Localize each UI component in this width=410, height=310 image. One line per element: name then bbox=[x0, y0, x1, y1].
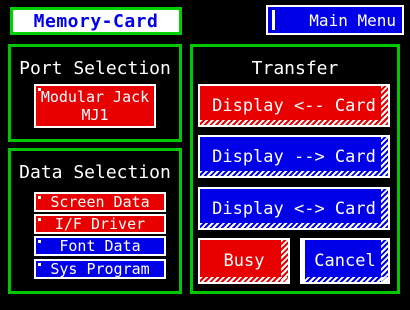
display-compare-card-label: Display <-> Card bbox=[212, 198, 376, 219]
transfer-panel: Transfer Display <-- Card Display --> Ca… bbox=[190, 44, 400, 294]
port-selection-panel: Port Selection Modular Jack MJ1 bbox=[8, 44, 182, 142]
data-selection-title: Data Selection bbox=[19, 162, 171, 183]
port-option-modular-jack[interactable]: Modular Jack MJ1 bbox=[34, 84, 156, 128]
button-edge bbox=[200, 223, 388, 228]
button-edge bbox=[200, 171, 388, 176]
item-marker-icon bbox=[38, 196, 41, 199]
page-title: Memory-Card bbox=[33, 10, 159, 32]
data-item-label: Sys Program bbox=[50, 260, 150, 278]
display-compare-card-button[interactable]: Display <-> Card bbox=[198, 187, 390, 230]
port-selection-title: Port Selection bbox=[19, 58, 171, 79]
button-edge bbox=[200, 120, 388, 125]
selected-marker-icon bbox=[38, 88, 41, 91]
item-marker-icon bbox=[38, 218, 41, 221]
page-title-box: Memory-Card bbox=[10, 7, 182, 35]
busy-label: Busy bbox=[223, 251, 265, 271]
cancel-label: Cancel bbox=[314, 251, 376, 271]
item-marker-icon bbox=[38, 240, 41, 243]
port-option-line1: Modular Jack bbox=[40, 88, 150, 106]
data-item-font-data[interactable]: Font Data bbox=[34, 236, 166, 256]
data-item-label: Screen Data bbox=[50, 193, 150, 211]
item-marker-icon bbox=[38, 263, 41, 266]
display-to-card-button[interactable]: Display --> Card bbox=[198, 135, 390, 178]
main-menu-label: Main Menu bbox=[309, 10, 396, 30]
display-to-card-label: Display --> Card bbox=[212, 146, 376, 167]
data-item-label: Font Data bbox=[59, 237, 141, 255]
display-from-card-button[interactable]: Display <-- Card bbox=[198, 84, 390, 127]
main-menu-button[interactable]: Main Menu bbox=[266, 5, 404, 35]
display-from-card-label: Display <-- Card bbox=[212, 95, 376, 116]
transfer-title: Transfer bbox=[251, 58, 339, 79]
button-edge bbox=[302, 277, 388, 282]
button-edge bbox=[281, 240, 288, 282]
data-selection-panel: Data Selection Screen Data I/F Driver Fo… bbox=[8, 148, 182, 294]
menu-bar-icon bbox=[272, 10, 275, 30]
busy-button[interactable]: Busy bbox=[198, 238, 290, 284]
button-edge bbox=[381, 240, 388, 282]
button-edge bbox=[200, 277, 288, 282]
port-option-line2: MJ1 bbox=[81, 106, 109, 124]
data-item-screen-data[interactable]: Screen Data bbox=[34, 192, 166, 212]
data-item-sys-program[interactable]: Sys Program bbox=[34, 259, 166, 279]
cancel-button[interactable]: Cancel bbox=[300, 238, 390, 284]
button-edge bbox=[302, 240, 305, 282]
data-item-label: I/F Driver bbox=[54, 215, 146, 233]
data-item-if-driver[interactable]: I/F Driver bbox=[34, 214, 166, 234]
